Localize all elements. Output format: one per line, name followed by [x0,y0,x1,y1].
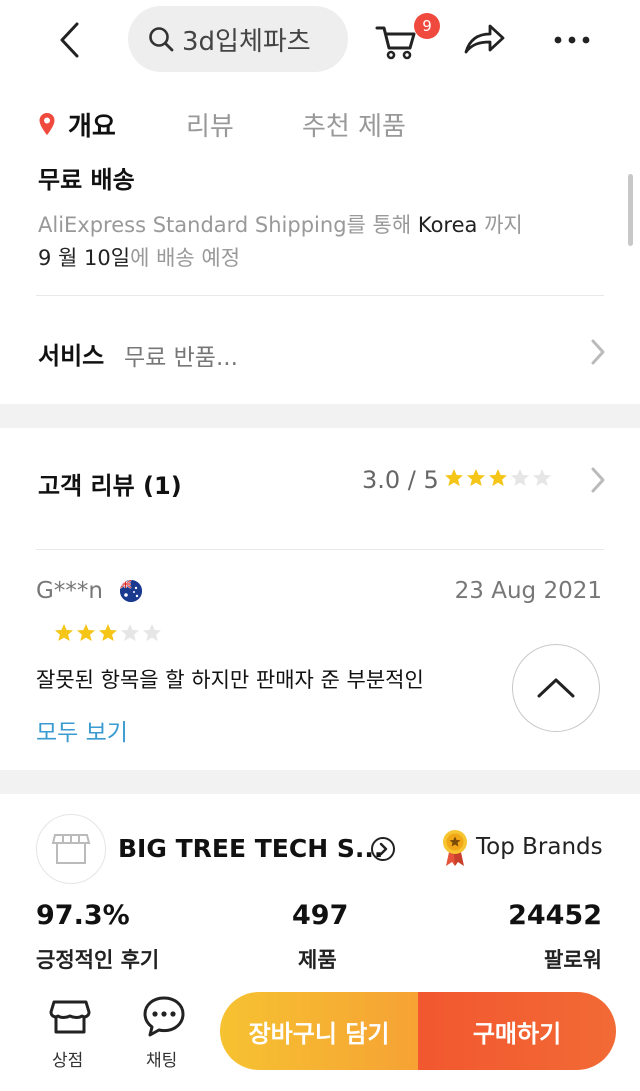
search-bar[interactable]: 3d입체파츠 [128,6,348,72]
circle-chevron-right-icon[interactable] [370,836,396,862]
star-filled-icon [55,624,73,641]
star-empty-icon [121,624,139,641]
chevron-up-icon [537,678,575,698]
shipping-to: 까지 [477,213,523,237]
section-separator [0,770,640,794]
divider [36,549,604,550]
star-empty-icon [143,624,161,641]
reviewer-name: G***n [36,578,103,604]
service-title: 서비스 [38,342,105,370]
star-empty-icon [511,469,529,486]
bottom-action-bar: 상점 채팅 장바구니 담기 구매하기 [0,980,640,1091]
positive-feedback-label: 긍정적인 후기 [36,948,160,972]
star-filled-icon [99,624,117,641]
buy-now-button[interactable]: 구매하기 [418,992,616,1070]
view-all-link[interactable]: 모두 보기 [36,713,128,747]
service-value: 무료 반품... [124,345,238,371]
review-text: 잘못된 항목을 할 하지만 판매자 준 부분적인 [36,668,424,692]
star-empty-icon [533,469,551,486]
share-button[interactable] [462,20,506,60]
shipping-destination: Korea [417,213,478,237]
store-tab-label: 상점 [52,1051,84,1071]
rating-summary: 3.0 / 5 [362,466,439,494]
store-logo[interactable] [36,814,106,884]
review-stars [54,623,162,643]
store-icon [49,1000,91,1034]
share-icon [464,24,505,54]
chevron-right-icon [591,467,605,493]
followers-count-value: 24452 [508,900,602,931]
chevron-right-icon [591,339,605,365]
medal-icon [443,830,467,866]
shipping-via: 를 통해 [346,213,418,237]
add-to-cart-button[interactable]: 장바구니 담기 [220,992,418,1070]
shipping-method: AliExpress Standard Shipping [38,213,347,237]
location-pin-icon [39,113,55,135]
more-button[interactable] [550,22,594,58]
reviews-header-row[interactable]: 고객 리뷰 (1) 3.0 / 5 [0,428,640,548]
top-brands-badge: Top Brands [476,834,603,860]
products-count-label: 제품 [298,948,337,972]
tab-recommended[interactable]: 추천 제품 [302,106,406,143]
cart-count-badge: 9 [414,13,440,39]
chat-button[interactable]: 채팅 [134,990,196,1080]
top-header: 3d입체파츠 9 [0,0,640,80]
shipping-method-line: AliExpress Standard Shipping를 통해 Korea 까… [38,209,523,239]
star-filled-icon [77,624,95,641]
positive-feedback-value: 97.3% [36,900,130,931]
australia-flag-icon [120,580,142,602]
review-date: 23 Aug 2021 [454,578,602,604]
search-query: 3d입체파츠 [182,26,311,57]
store-name[interactable]: BIG TREE TECH S... [118,834,383,863]
chat-label: 채팅 [146,1051,178,1071]
store-tab-button[interactable]: 상점 [40,990,102,1080]
service-row[interactable]: 서비스 무료 반품... [0,296,640,404]
more-icon [554,36,590,44]
followers-count-label: 팔로워 [544,948,602,972]
search-icon [149,27,174,52]
shipping-title: 무료 배송 [38,166,135,194]
storefront-icon [51,834,91,864]
delivery-suffix: 에 배송 예정 [130,246,241,270]
page-scrollbar[interactable] [628,174,633,246]
tab-overview[interactable]: 개요 [68,106,116,143]
delivery-date: 9 월 10일 [38,246,131,270]
reviews-title: 고객 리뷰 (1) [38,472,182,500]
products-count-value: 497 [292,900,349,931]
section-separator [0,404,640,428]
star-filled-icon [445,469,463,486]
star-filled-icon [467,469,485,486]
section-tabs: 개요 리뷰 추천 제품 [0,94,640,154]
rating-stars [444,468,552,488]
back-icon [60,22,79,58]
back-button[interactable] [50,18,90,62]
scroll-to-top-button[interactable] [512,644,600,732]
star-filled-icon [489,469,507,486]
delivery-date-line: 9 월 10일에 배송 예정 [38,242,240,272]
chat-icon [143,996,185,1037]
tab-reviews[interactable]: 리뷰 [186,106,234,143]
